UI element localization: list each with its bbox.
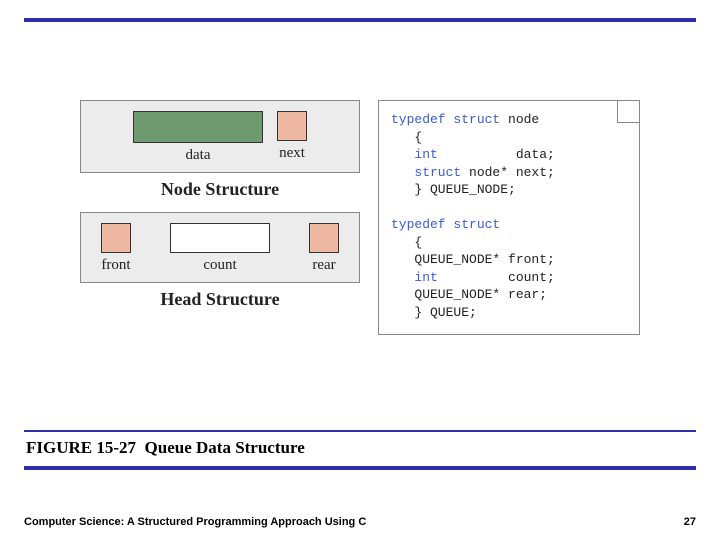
front-label: front — [101, 257, 130, 274]
code-kw: struct — [391, 165, 469, 180]
top-rule — [24, 18, 696, 22]
code-listing: typedef struct node { int data; struct n… — [378, 100, 640, 335]
page-number: 27 — [684, 516, 696, 528]
page-fold-icon — [617, 101, 639, 123]
code-text: QUEUE_NODE* front; — [391, 252, 555, 267]
count-box — [170, 223, 270, 253]
data-label: data — [186, 147, 211, 164]
caption-rule-top — [24, 430, 696, 432]
code-text: node* next; — [469, 165, 555, 180]
code-text: data; — [438, 147, 555, 162]
head-count-field: count — [170, 223, 270, 274]
structure-diagrams: data next Node Structure front count — [80, 100, 360, 335]
data-box — [133, 111, 263, 143]
head-front-field: front — [101, 223, 131, 274]
head-structure-box: front count rear — [80, 212, 360, 283]
rear-label: rear — [312, 257, 335, 274]
code-text: { — [391, 130, 422, 145]
code-column: typedef struct node { int data; struct n… — [378, 100, 640, 335]
head-rear-field: rear — [309, 223, 339, 274]
next-label: next — [279, 145, 305, 162]
code-kw: int — [391, 270, 438, 285]
code-text: } QUEUE; — [391, 305, 477, 320]
figure-number: FIGURE 15-27 — [26, 438, 136, 457]
code-text: count; — [438, 270, 555, 285]
figure-caption: FIGURE 15-27 Queue Data Structure — [26, 438, 305, 458]
count-label: count — [203, 257, 236, 274]
code-text: } QUEUE_NODE; — [391, 182, 516, 197]
code-text: QUEUE_NODE* rear; — [391, 287, 547, 302]
code-kw: typedef struct — [391, 217, 500, 232]
figure-title: Queue Data Structure — [145, 438, 305, 457]
caption-rule-bottom — [24, 466, 696, 470]
code-kw: typedef struct — [391, 112, 508, 127]
code-kw: int — [391, 147, 438, 162]
node-structure-box: data next — [80, 100, 360, 173]
head-structure-title: Head Structure — [80, 289, 360, 310]
next-box — [277, 111, 307, 141]
book-title: Computer Science: A Structured Programmi… — [24, 516, 366, 528]
node-data-field: data — [133, 111, 263, 164]
page-footer: Computer Science: A Structured Programmi… — [24, 516, 696, 528]
front-box — [101, 223, 131, 253]
code-text: node — [508, 112, 539, 127]
rear-box — [309, 223, 339, 253]
figure-content: data next Node Structure front count — [80, 100, 660, 335]
code-text: { — [391, 235, 422, 250]
node-next-field: next — [277, 111, 307, 162]
node-structure-title: Node Structure — [80, 179, 360, 200]
